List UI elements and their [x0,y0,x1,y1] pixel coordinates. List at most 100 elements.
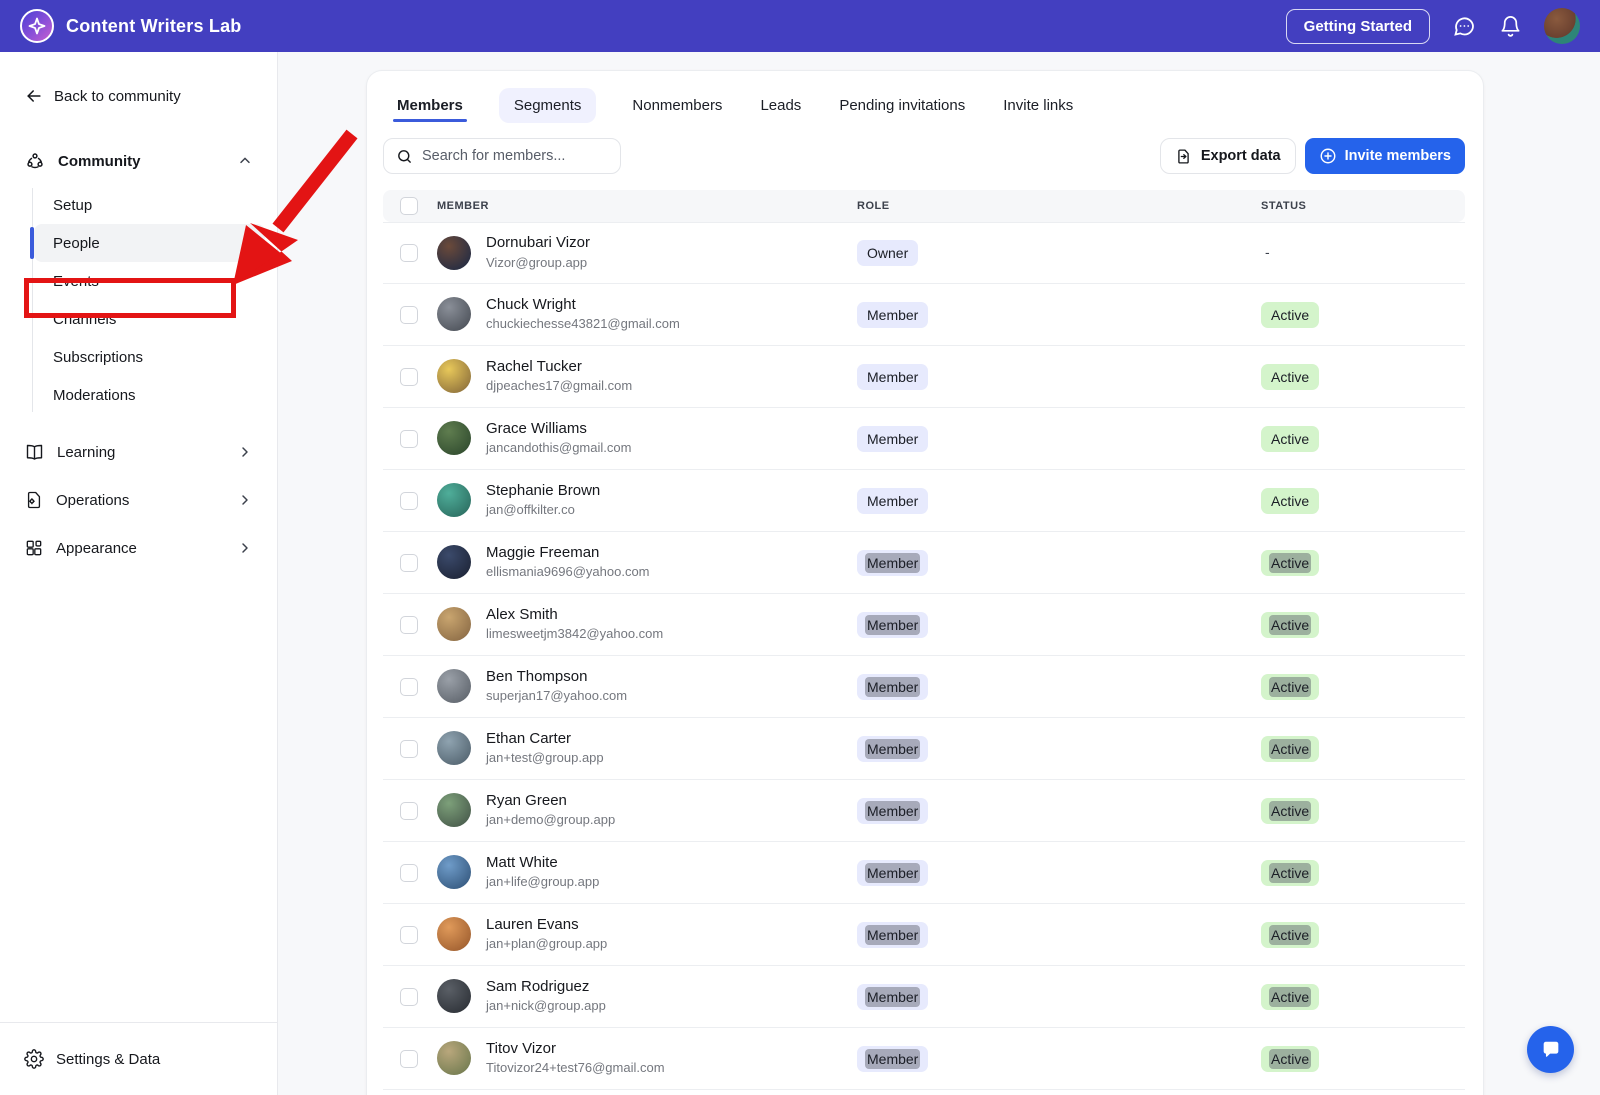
sidebar-item-settings-data[interactable]: Settings & Data [0,1022,277,1095]
member-name: Chuck Wright [486,296,680,315]
sidebar-item-subscriptions[interactable]: Subscriptions [0,338,265,376]
role-badge: Member [857,922,928,948]
sidebar-item-moderations[interactable]: Moderations [0,376,265,414]
tab-members[interactable]: Members [395,91,465,128]
learning-icon [24,442,45,463]
table-row: Ryan Green jan+demo@group.app Member Act… [383,780,1465,842]
row-checkbox[interactable] [400,926,418,944]
tab-nonmembers[interactable]: Nonmembers [630,91,724,128]
row-checkbox[interactable] [400,802,418,820]
back-to-community-link[interactable]: Back to community [0,52,277,106]
tab-invite-links[interactable]: Invite links [1001,91,1075,128]
member-cell[interactable]: Grace Williams jancandothis@gmail.com [437,420,857,458]
member-name: Rachel Tucker [486,358,632,377]
status-badge: Active [1261,550,1319,576]
member-cell[interactable]: Chuck Wright chuckiechesse43821@gmail.co… [437,296,857,334]
tab-segments[interactable]: Segments [499,88,597,123]
table-row: Dornubari Vizor Vizor@group.app Owner - [383,222,1465,284]
status-badge: Active [1261,426,1319,452]
table-header: MEMBER ROLE STATUS [383,190,1465,222]
row-checkbox[interactable] [400,368,418,386]
member-name: Matt White [486,854,599,873]
row-checkbox[interactable] [400,244,418,262]
member-name: Maggie Freeman [486,544,650,563]
role-badge: Member [857,736,928,762]
role-badge: Member [857,302,928,328]
member-avatar [437,979,471,1013]
sidebar-section-community[interactable]: Community [0,142,277,180]
member-cell[interactable]: Ryan Green jan+demo@group.app [437,792,857,830]
main-area: Members Segments Nonmembers Leads Pending in… [278,52,1600,1095]
member-cell[interactable]: Dornubari Vizor Vizor@group.app [437,234,857,272]
user-avatar[interactable] [1544,8,1580,44]
sidebar-section-appearance[interactable]: Appearance [0,528,277,568]
status-badge: Active [1261,364,1319,390]
export-data-button[interactable]: Export data [1160,138,1296,174]
members-table: MEMBER ROLE STATUS Dornubari Vizor Vizor… [383,190,1465,1090]
row-checkbox[interactable] [400,678,418,696]
sparkle-logo-icon[interactable] [20,9,54,43]
role-badge: Member [857,364,928,390]
row-checkbox[interactable] [400,864,418,882]
plus-circle-icon [1319,147,1337,165]
member-cell[interactable]: Sam Rodriguez jan+nick@group.app [437,978,857,1016]
search-input[interactable] [422,148,608,164]
chevron-right-icon [237,444,253,460]
table-row: Stephanie Brown jan@offkilter.co Member … [383,470,1465,532]
member-email: jan+plan@group.app [486,936,607,953]
row-checkbox[interactable] [400,306,418,324]
sidebar-section-operations[interactable]: Operations [0,480,277,520]
member-name: Sam Rodriguez [486,978,606,997]
chat-bubble-icon [1540,1039,1562,1061]
row-checkbox[interactable] [400,1050,418,1068]
member-cell[interactable]: Maggie Freeman ellismania9696@yahoo.com [437,544,857,582]
row-checkbox[interactable] [400,988,418,1006]
row-checkbox[interactable] [400,616,418,634]
sidebar: Back to community Community SetupPeopleE… [0,52,278,1095]
member-avatar [437,297,471,331]
bell-icon[interactable] [1498,14,1522,38]
sidebar-item-events[interactable]: Events [0,262,265,300]
status-badge: Active [1261,984,1319,1010]
member-email: jan+nick@group.app [486,998,606,1015]
member-cell[interactable]: Lauren Evans jan+plan@group.app [437,916,857,954]
table-row: Chuck Wright chuckiechesse43821@gmail.co… [383,284,1465,346]
member-cell[interactable]: Alex Smith limesweetjm3842@yahoo.com [437,606,857,644]
member-cell[interactable]: Titov Vizor Titovizor24+test76@gmail.com [437,1040,857,1078]
status-badge: Active [1261,736,1319,762]
sidebar-section-learning[interactable]: Learning [0,432,277,472]
row-checkbox[interactable] [400,492,418,510]
status-badge: Active [1261,922,1319,948]
sidebar-item-setup[interactable]: Setup [0,186,265,224]
brand: Content Writers Lab [20,9,241,43]
sidebar-item-channels[interactable]: Channels [0,300,265,338]
members-tabs: Members Segments Nonmembers Leads Pending in… [367,71,1483,128]
row-checkbox[interactable] [400,554,418,572]
member-avatar [437,421,471,455]
sidebar-item-people[interactable]: People [34,224,265,262]
member-name: Stephanie Brown [486,482,600,501]
column-header-status: STATUS [1261,200,1465,212]
tab-leads[interactable]: Leads [758,91,803,128]
member-cell[interactable]: Ethan Carter jan+test@group.app [437,730,857,768]
getting-started-button[interactable]: Getting Started [1286,9,1430,44]
member-cell[interactable]: Ben Thompson superjan17@yahoo.com [437,668,857,706]
members-card: Members Segments Nonmembers Leads Pending in… [366,70,1484,1095]
invite-members-button[interactable]: Invite members [1305,138,1465,174]
tab-pending-invitations[interactable]: Pending invitations [837,91,967,128]
select-all-checkbox[interactable] [400,197,418,215]
row-checkbox[interactable] [400,740,418,758]
member-cell[interactable]: Rachel Tucker djpeaches17@gmail.com [437,358,857,396]
chat-widget-button[interactable] [1527,1026,1574,1073]
table-row: Ethan Carter jan+test@group.app Member A… [383,718,1465,780]
back-arrow-icon [24,86,44,106]
member-avatar [437,483,471,517]
chat-icon[interactable] [1452,14,1476,38]
member-cell[interactable]: Matt White jan+life@group.app [437,854,857,892]
member-search[interactable] [383,138,621,174]
row-checkbox[interactable] [400,430,418,448]
member-name: Dornubari Vizor [486,234,590,253]
member-cell[interactable]: Stephanie Brown jan@offkilter.co [437,482,857,520]
export-data-label: Export data [1201,148,1281,164]
member-avatar [437,1041,471,1075]
